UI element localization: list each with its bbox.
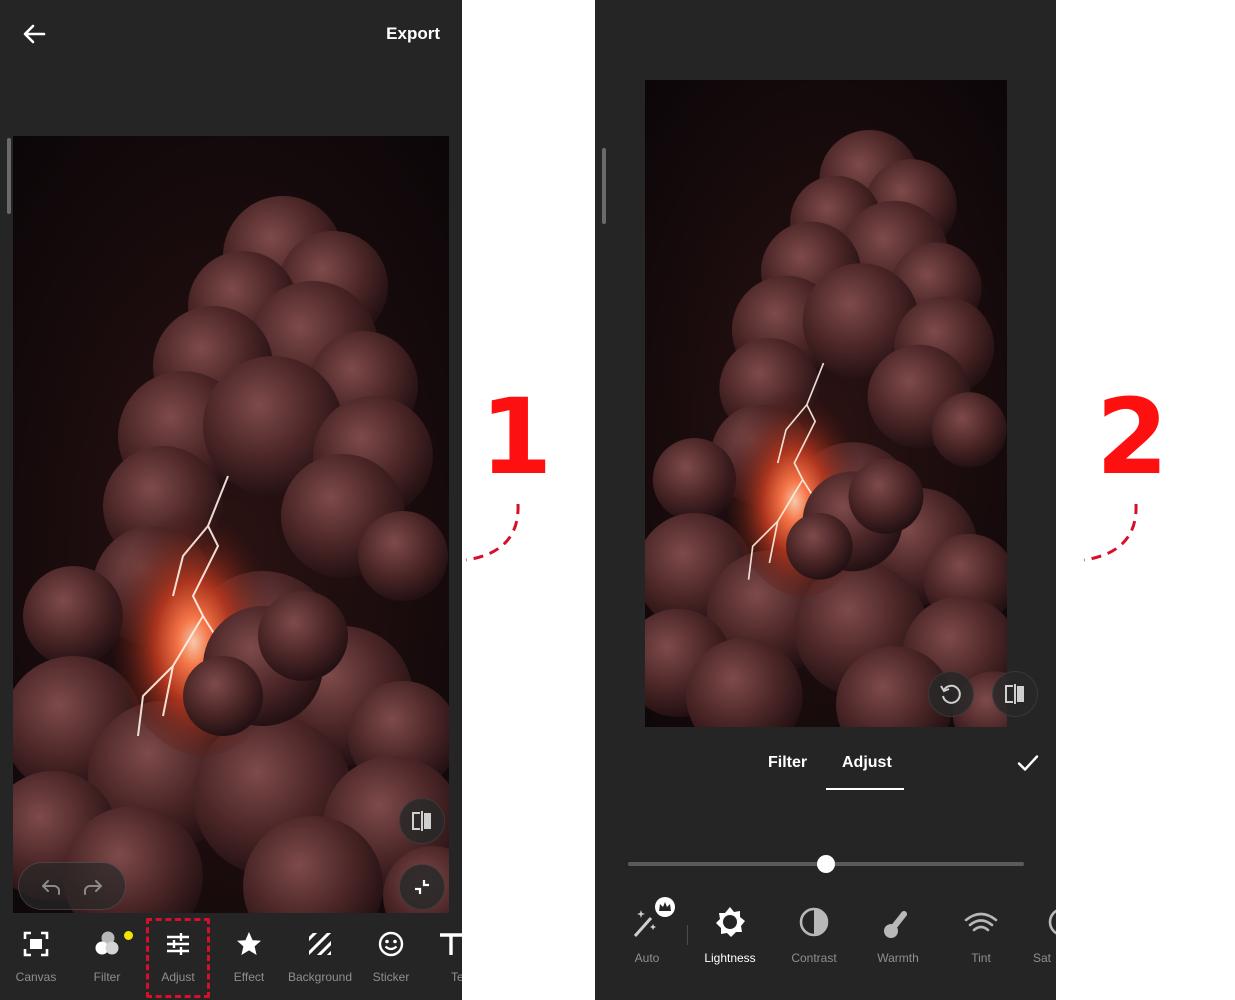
star-icon (237, 932, 261, 955)
back-arrow-icon[interactable] (18, 18, 50, 50)
tool-label: Adjust (161, 970, 195, 984)
tab-adjust[interactable]: Adjust (842, 754, 892, 772)
premium-crown-icon (655, 897, 675, 917)
undo-icon[interactable] (39, 875, 63, 899)
tool-label: Canvas (15, 970, 57, 984)
tool-label: Lightness (704, 951, 756, 965)
filter-icon (95, 931, 119, 955)
tool-label: Auto (634, 951, 660, 965)
tool-label: Tint (971, 951, 991, 965)
tool-tint[interactable]: Tint (946, 900, 1016, 970)
background-hatch-icon (309, 933, 331, 955)
export-button[interactable]: Export (386, 24, 440, 44)
scroll-indicator[interactable] (602, 148, 606, 224)
tool-label: Background (287, 970, 353, 984)
tool-label: Warmth (877, 951, 919, 965)
text-icon (440, 933, 462, 955)
compare-icon (412, 811, 431, 831)
tool-adjust[interactable]: Adjust (142, 913, 214, 1000)
thermometer-icon (884, 911, 907, 938)
top-bar: Export (0, 0, 462, 70)
dashed-arrow-icon (465, 503, 520, 562)
tool-label: Sat (1033, 951, 1052, 965)
dashed-arrow-icon (1083, 503, 1138, 562)
tool-sticker[interactable]: Sticker (355, 913, 427, 1000)
editor-screen: Export Canvas Filter Adjust Effect Backg… (0, 0, 462, 1000)
photo-canvas[interactable] (645, 80, 1007, 727)
active-tab-underline (826, 788, 904, 790)
reset-button[interactable] (928, 671, 974, 717)
tint-waves-icon (964, 912, 998, 932)
collapse-arrows-icon (415, 880, 429, 894)
tool-auto[interactable]: Auto (612, 897, 682, 970)
smoke-lightning-image (13, 136, 449, 913)
contrast-icon (799, 907, 829, 937)
adjust-screen: Filter Adjust Auto Lightness Contrast Wa… (595, 0, 1056, 1000)
tool-label: Te (451, 970, 462, 984)
compare-icon (1005, 684, 1024, 704)
step-number-2: 2 (1096, 376, 1169, 498)
photo-canvas[interactable] (13, 136, 449, 913)
adjust-sliders-icon (167, 933, 189, 955)
saturation-icon (1048, 909, 1056, 935)
tool-lightness[interactable]: Lightness (695, 900, 765, 970)
lightness-gear-icon (716, 907, 745, 937)
tool-canvas[interactable]: Canvas (0, 913, 72, 1000)
adjust-panel: Filter Adjust Auto Lightness Contrast Wa… (595, 735, 1056, 1000)
tool-label: Effect (233, 970, 265, 984)
smiley-icon (378, 931, 404, 957)
tool-warmth[interactable]: Warmth (863, 900, 933, 970)
step-number-1: 1 (480, 376, 553, 498)
tool-label: Filter (93, 970, 121, 984)
smoke-lightning-image (645, 80, 1007, 727)
lightness-slider-thumb[interactable] (817, 855, 835, 873)
undo-redo-group (18, 862, 126, 910)
check-icon[interactable] (1016, 751, 1040, 775)
compare-button[interactable] (399, 798, 445, 844)
tool-divider (687, 925, 688, 945)
tool-filter[interactable]: Filter (71, 913, 143, 1000)
collapse-button[interactable] (399, 864, 445, 910)
bottom-toolbar: Canvas Filter Adjust Effect Background S… (0, 913, 462, 1000)
new-dot-badge (124, 931, 133, 940)
tool-contrast[interactable]: Contrast (779, 900, 849, 970)
redo-icon[interactable] (81, 875, 105, 899)
reset-icon (940, 684, 961, 704)
compare-button[interactable] (992, 671, 1038, 717)
tab-filter[interactable]: Filter (768, 754, 807, 772)
tool-saturation[interactable]: Sat (1031, 900, 1056, 970)
scroll-indicator[interactable] (7, 138, 11, 214)
tool-background[interactable]: Background (284, 913, 356, 1000)
tool-label: Sticker (372, 970, 410, 984)
tool-text[interactable]: Te (426, 913, 462, 1000)
tool-effect[interactable]: Effect (213, 913, 285, 1000)
tool-label: Contrast (791, 951, 837, 965)
canvas-icon (23, 931, 49, 957)
